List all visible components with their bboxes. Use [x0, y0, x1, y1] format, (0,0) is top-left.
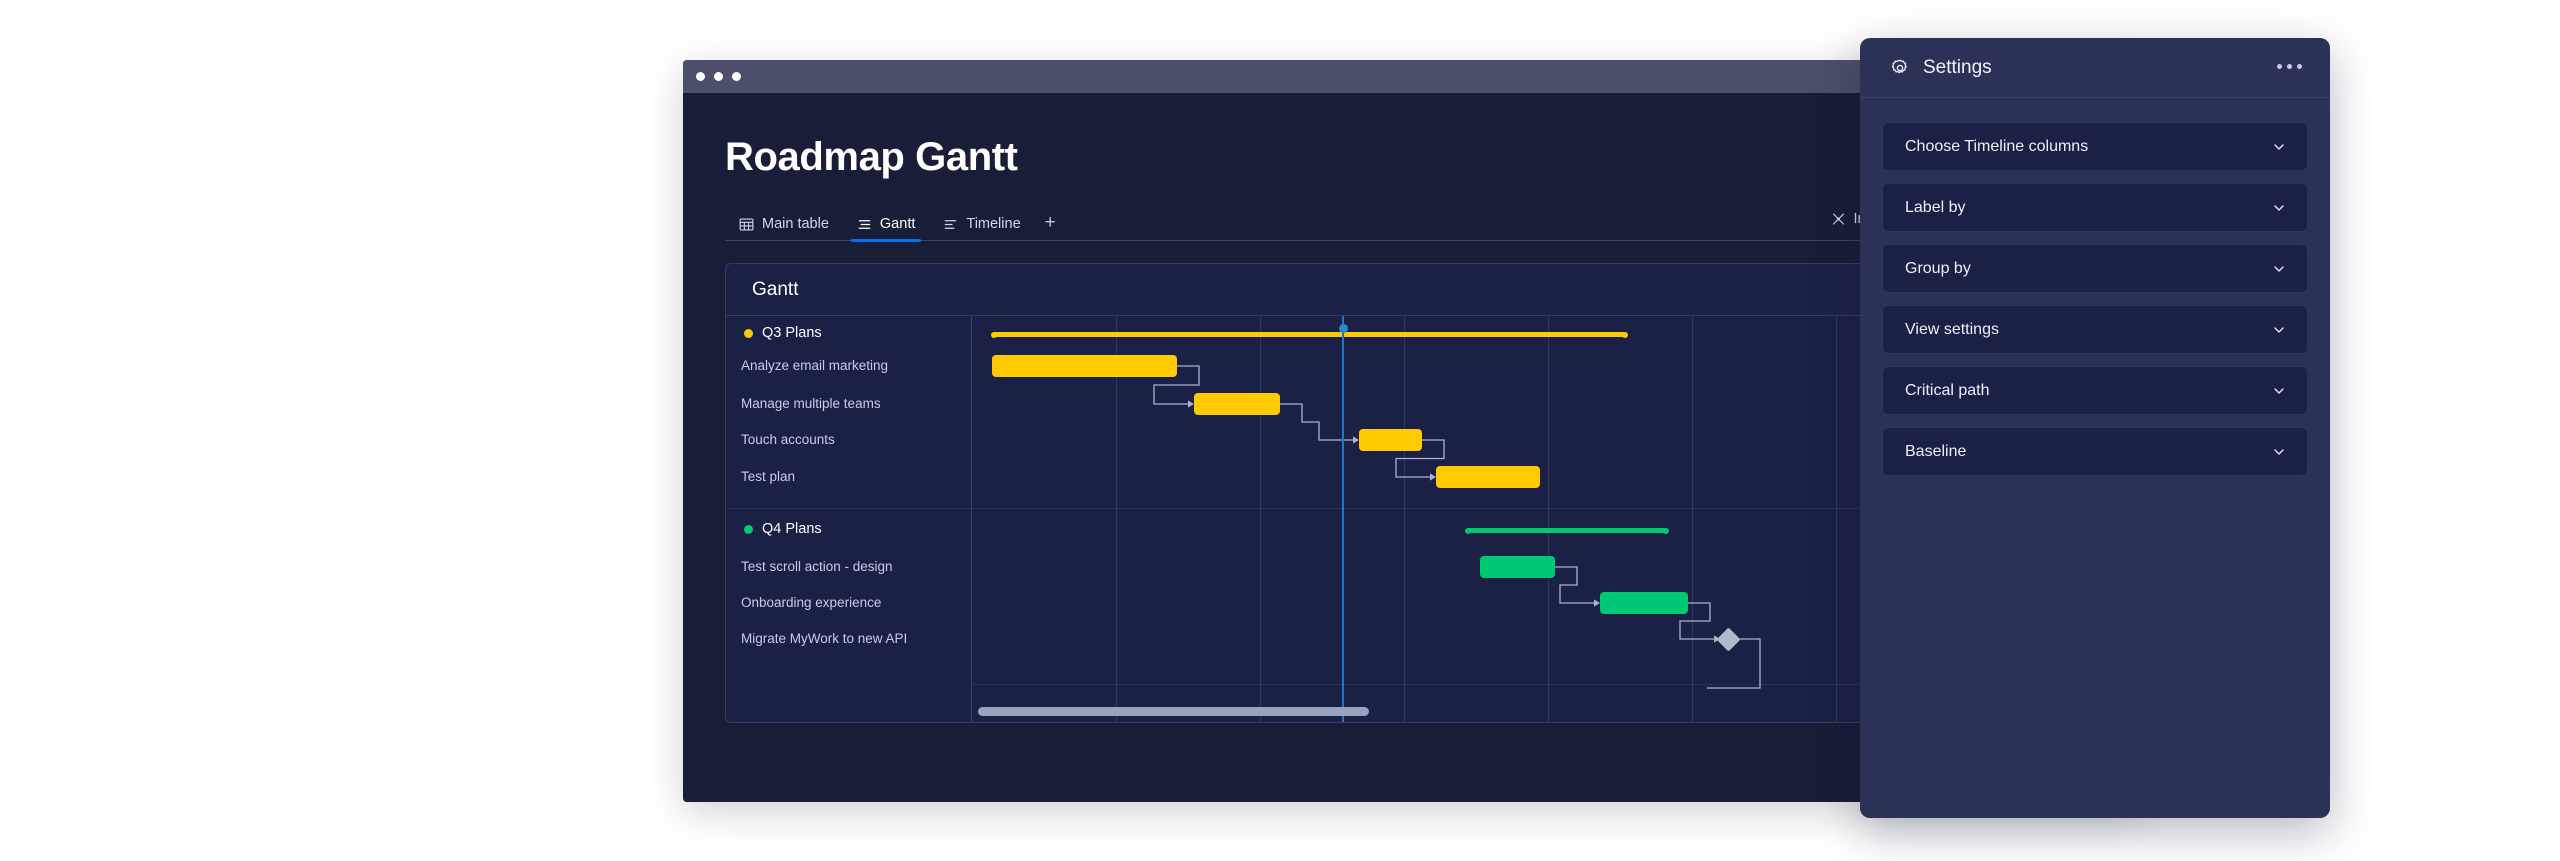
screenshot-root: Roadmap Gantt Main table Gantt Timeline … [0, 0, 2560, 861]
gantt-today-marker-dot[interactable] [1338, 324, 1348, 333]
chevron-down-icon[interactable] [2271, 444, 2287, 460]
timeline-icon [943, 217, 958, 232]
gantt-task-label[interactable]: Onboarding experience [741, 595, 881, 610]
gantt-gridline [1548, 316, 1549, 722]
settings-section-label: Critical path [1905, 381, 1990, 399]
settings-section-view-settings[interactable]: View settings [1882, 305, 2308, 354]
close-dot[interactable] [696, 72, 705, 81]
settings-section-label: Label by [1905, 198, 1966, 216]
gantt-task-label[interactable]: Migrate MyWork to new API [741, 631, 907, 646]
gantt-task-label[interactable]: Analyze email marketing [741, 358, 888, 373]
gantt-gridline [1836, 316, 1837, 722]
gantt-task-label[interactable]: Test scroll action - design [741, 559, 893, 574]
tab-label: Gantt [879, 216, 916, 232]
group-color-dot [744, 328, 753, 338]
settings-header: Settings [1860, 38, 2330, 98]
settings-section-label-by[interactable]: Label by [1882, 183, 2308, 232]
chevron-down-icon[interactable] [2271, 261, 2287, 277]
more-dot [2297, 64, 2302, 69]
gantt-task-bar[interactable] [1480, 556, 1555, 578]
gantt-group-label[interactable]: Q4 Plans [744, 521, 822, 537]
gantt-today-line [1342, 316, 1344, 722]
gantt-gridline [1260, 316, 1261, 722]
add-view-button[interactable]: + [1035, 213, 1066, 241]
gantt-task-bar[interactable] [1436, 466, 1540, 488]
settings-section-label: Choose Timeline columns [1905, 137, 2089, 155]
tab-main-table[interactable]: Main table [725, 216, 843, 241]
summary-bar-cap [1465, 527, 1471, 534]
tab-timeline[interactable]: Timeline [929, 216, 1034, 241]
gantt-gridline [1692, 316, 1693, 722]
group-color-dot [744, 524, 753, 534]
gantt-group-summary-bar[interactable] [1466, 528, 1668, 533]
gantt-task-bar[interactable] [1194, 393, 1280, 415]
chevron-down-icon[interactable] [2271, 200, 2287, 216]
settings-section-label: View settings [1905, 320, 1999, 338]
gear-icon [1890, 58, 1910, 78]
page-title: Roadmap Gantt [725, 135, 1018, 179]
gantt-task-label[interactable]: Test plan [741, 469, 795, 484]
settings-section-choose-timeline-columns[interactable]: Choose Timeline columns [1882, 122, 2308, 171]
tab-gantt[interactable]: Gantt [843, 216, 929, 242]
gantt-task-label[interactable]: Touch accounts [741, 432, 835, 447]
group-name: Q3 Plans [762, 325, 822, 341]
gantt-dependency-connector [1555, 566, 1594, 604]
chevron-down-icon[interactable] [2271, 139, 2287, 155]
gantt-task-label[interactable]: Manage multiple teams [741, 396, 881, 411]
gantt-row-labels: Q3 Plans Analyze email marketing Manage mu… [726, 316, 972, 722]
gantt-task-bar[interactable] [1359, 429, 1422, 451]
gantt-icon [857, 217, 872, 232]
gantt-gridline [1404, 316, 1405, 722]
more-dot [2277, 64, 2282, 69]
group-name: Q4 Plans [762, 521, 822, 537]
gantt-group-label[interactable]: Q3 Plans [744, 325, 822, 341]
maximize-dot[interactable] [732, 72, 741, 81]
settings-section-label: Baseline [1905, 442, 1967, 460]
table-icon [739, 217, 754, 232]
integrate-icon [1831, 211, 1846, 226]
gantt-group-separator [726, 508, 971, 509]
settings-panel: Settings Choose Timeline columns Label by… [1860, 38, 2330, 818]
settings-section-group-by[interactable]: Group by [1882, 244, 2308, 293]
settings-title: Settings [1923, 56, 1992, 78]
gantt-task-bar[interactable] [992, 355, 1177, 377]
summary-bar-cap [1622, 331, 1628, 338]
settings-section-critical-path[interactable]: Critical path [1882, 366, 2308, 415]
settings-section-baseline[interactable]: Baseline [1882, 427, 2308, 476]
chevron-down-icon[interactable] [2271, 322, 2287, 338]
gantt-task-bar[interactable] [1600, 592, 1688, 614]
summary-bar-cap [991, 331, 997, 338]
horizontal-scrollbar-thumb[interactable] [977, 707, 1370, 716]
tab-label: Main table [762, 216, 829, 232]
chevron-down-icon[interactable] [2271, 383, 2287, 399]
gantt-group-summary-bar[interactable] [992, 332, 1627, 337]
minimize-dot[interactable] [714, 72, 723, 81]
settings-section-label: Group by [1905, 259, 1971, 277]
settings-sections: Choose Timeline columns Label by Group by V… [1860, 98, 2330, 488]
more-dot [2287, 64, 2292, 69]
tab-label: Timeline [966, 216, 1021, 232]
settings-more-options-button[interactable] [2277, 64, 2302, 69]
summary-bar-cap [1663, 527, 1669, 534]
